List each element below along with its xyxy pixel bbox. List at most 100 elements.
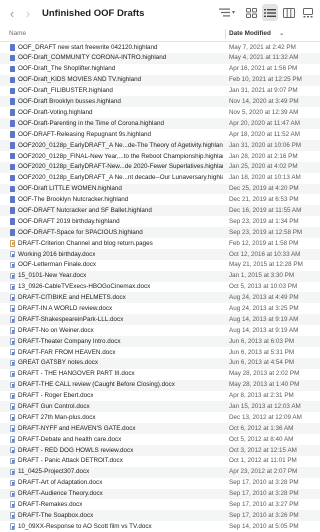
file-name: DRAFT-NYFF and HEAVEN'S GATE.docx — [18, 424, 136, 432]
file-date-modified: Sep 17, 2010 at 3:27 PM — [229, 501, 299, 508]
file-row[interactable]: OOF-The Brooklyn Nutcracker.highland Dec … — [0, 194, 320, 206]
column-headers: Name Date Modified ⌄ — [0, 26, 320, 42]
file-row[interactable]: DRAFT - Roger Ebert.docx Apr 8, 2013 at 2… — [0, 390, 320, 402]
file-row[interactable]: 13_0926-CableTVExecs-HBOGoCinemax.docx Oc… — [0, 281, 320, 293]
file-date-modified: Nov 14, 2020 at 3:49 PM — [229, 98, 299, 106]
file-date-modified: May 21, 2015 at 12:28 PM — [229, 261, 303, 269]
word-document-icon — [10, 294, 15, 301]
file-row[interactable]: DRAFT-Theater Company Intro.docx Jun 6, 2… — [0, 336, 320, 347]
column-view-icon — [283, 7, 295, 18]
group-by-button[interactable]: ▾ — [214, 4, 240, 21]
file-name: DRAFT - Roger Ebert.docx — [18, 392, 94, 400]
file-row[interactable]: OOF-Letterman Finale.docx May 21, 2015 at… — [0, 259, 320, 271]
file-row[interactable]: DRAFT-Art of Adaptation.docx Sep 17, 2010… — [0, 477, 320, 489]
navigation-buttons: ‹ › — [6, 5, 34, 21]
file-row[interactable]: OOF-Draft_COMMUNITY CORONA-INTRO.highlan… — [0, 52, 320, 64]
file-row[interactable]: DRAFT-Debate and health care.docx Oct 5, … — [0, 434, 320, 445]
file-name: OOF-Draft LITTLE WOMEN.highland — [18, 185, 122, 193]
file-date-modified: Feb 12, 2019 at 1:58 PM — [229, 239, 299, 247]
date-modified-column-header[interactable]: Date Modified — [229, 30, 271, 37]
name-column-header[interactable]: Name — [9, 30, 26, 37]
file-row[interactable]: OOF-Draft-Parenting in the Time of Coron… — [0, 118, 320, 130]
file-row[interactable]: OOF-DRAFT-Releasing Repugnant 9s.highlan… — [0, 129, 320, 141]
word-document-icon — [10, 403, 15, 410]
file-date-modified: Feb 10, 2021 at 12:25 PM — [229, 76, 302, 84]
word-document-icon — [10, 261, 15, 269]
file-row[interactable]: OOF-Draft_The Shoplifter.highland Apr 16,… — [0, 63, 320, 75]
file-name: OOF-The Brooklyn Nutcracker.highland — [18, 196, 129, 204]
file-row[interactable]: DRAFT-Remakes.docx Sep 17, 2010 at 3:27 P… — [0, 499, 320, 511]
file-row[interactable]: 11_0425-Project307.docx Apr 23, 2012 at 2… — [0, 466, 320, 478]
file-date-modified: Jan 25, 2020 at 4:02 PM — [229, 163, 298, 171]
file-row[interactable]: OOF-Draft_KIDS MOVIES AND TV.highland Feb… — [0, 74, 320, 86]
file-row[interactable]: OOF-Draft_FILIBUSTER.highland Jan 31, 202… — [0, 85, 320, 97]
file-row[interactable]: 15_0101-New Year.docx Jan 1, 2015 at 3:30… — [0, 270, 320, 282]
file-name: OOF_DRAFT new start freewrite 042120.hig… — [18, 43, 158, 51]
file-row[interactable]: DRAFT-Criterion Channel and blog return.… — [0, 238, 320, 249]
file-row[interactable]: DRAFT-FAR FROM HEAVEN.docx Jun 6, 2013 at… — [0, 346, 320, 358]
file-date-modified: Apr 23, 2012 at 2:07 PM — [229, 468, 298, 476]
word-document-icon — [10, 359, 15, 367]
chevron-right-icon[interactable]: › — [22, 5, 34, 21]
file-row[interactable]: DRAFT Gun Control.docx Jan 15, 2013 at 12… — [0, 401, 320, 413]
file-row[interactable]: OOF-DRAFT 2019 birthday.highland Sep 23, … — [0, 216, 320, 228]
file-date-modified: Jan 31, 2021 at 9:07 PM — [229, 87, 298, 95]
file-row[interactable]: DRAFT-No on Weiner.docx Aug 14, 2013 at 9… — [0, 325, 320, 337]
file-row[interactable]: DRAFT-ShakespeareinPark-LLL.docx Aug 14, … — [0, 314, 320, 326]
file-row[interactable]: OOF2020_0128p_EarlyDRAFT_A Ne...nt decad… — [0, 172, 320, 184]
file-name: OOF-Draft_FILIBUSTER.highland — [18, 87, 113, 95]
list-view-button[interactable] — [262, 4, 278, 21]
file-row[interactable]: DRAFT-CITIBIKE and HELMETS.docx Aug 24, 2… — [0, 292, 320, 304]
word-document-icon — [10, 283, 15, 291]
file-row[interactable]: DRAFT - THE HANGOVER PART III.docx May 28… — [0, 368, 320, 380]
file-name: DRAFT-CITIBIKE and HELMETS.docx — [18, 294, 126, 302]
file-name: DRAFT - THE HANGOVER PART III.docx — [18, 370, 135, 378]
file-row[interactable]: OOF-Draft-Voting.highland Nov 5, 2020 at … — [0, 107, 320, 119]
file-row[interactable]: OOF_DRAFT new start freewrite 042120.hig… — [0, 42, 320, 53]
word-document-icon — [10, 327, 15, 334]
file-row[interactable]: OOF-DRAFT Nutcracker and SF Ballet.highl… — [0, 205, 320, 217]
file-row[interactable]: GREAT GATSBY notes.docx Jun 6, 2013 at 4:… — [0, 357, 320, 369]
file-date-modified: Oct 3, 2012 at 12:15 AM — [229, 446, 297, 454]
word-document-icon — [10, 523, 15, 530]
icon-view-button[interactable] — [243, 4, 259, 21]
column-view-button[interactable] — [281, 4, 297, 21]
word-document-icon — [10, 468, 15, 476]
file-row[interactable]: DRAFT-IN A WORLD review.docx Aug 24, 2013… — [0, 303, 320, 315]
file-date-modified: Sep 23, 2019 at 12:58 PM — [229, 228, 303, 236]
file-name: OOF-Draft_KIDS MOVIES AND TV.highland — [18, 76, 142, 84]
file-row[interactable]: Working 2016 birthday.docx Oct 12, 2016 a… — [0, 248, 320, 260]
file-row[interactable]: DRAFT-Audience Theory.docx Sep 17, 2010 a… — [0, 488, 320, 500]
file-date-modified: Jun 6, 2013 at 4:54 PM — [229, 359, 295, 367]
file-row[interactable]: OOF-DRAFT-Space for SPACIOUS.highland Sep… — [0, 227, 320, 239]
file-date-modified: May 4, 2021 at 11:32 AM — [229, 54, 299, 62]
word-document-icon — [10, 272, 15, 280]
file-date-modified: Dec 21, 2019 at 6:53 PM — [229, 196, 299, 204]
file-date-modified: May 7, 2021 at 2:42 PM — [229, 43, 296, 51]
file-row[interactable]: DRAFT - Panic Attack DETROIT.docx Oct 1, … — [0, 455, 320, 467]
file-row[interactable]: DRAFT-The Soapbox.docx Sep 17, 2010 at 3:… — [0, 510, 320, 522]
file-row[interactable]: DRAFT 27th Man-plus.docx Dec 13, 2012 at … — [0, 412, 320, 424]
file-row[interactable]: DRAFT-NYFF and HEAVEN'S GATE.docx Oct 6, … — [0, 423, 320, 435]
file-row[interactable]: 10_09XX-Response to AO Scott film vs TV.… — [0, 521, 320, 532]
chevron-left-icon[interactable]: ‹ — [6, 5, 18, 21]
file-row[interactable]: OOF2020_0128p_FINAL-New Year,...to the R… — [0, 150, 320, 162]
file-name: GREAT GATSBY notes.docx — [18, 359, 99, 367]
file-row[interactable]: DRAFT - RED DOG HOWLS review.docx Oct 3, … — [0, 444, 320, 456]
file-row[interactable]: OOF-Draft LITTLE WOMEN.highland Dec 25, 2… — [0, 183, 320, 195]
file-date-modified: Oct 12, 2016 at 10:33 AM — [229, 250, 301, 258]
column-divider[interactable] — [225, 29, 226, 39]
highland-file-icon — [10, 163, 15, 171]
chevron-down-icon[interactable]: ⌄ — [279, 29, 284, 37]
file-row[interactable]: DRAFT-THE CALL review (Caught Before Clo… — [0, 379, 320, 391]
word-document-icon — [10, 392, 15, 399]
file-date-modified: May 28, 2013 at 2:02 PM — [229, 370, 300, 378]
file-row[interactable]: OOF2020_0128p_EarlyDRAFT-New...de 2020-F… — [0, 161, 320, 173]
word-document-icon — [10, 425, 15, 432]
file-name: OOF2020_0128p_FINAL-New Year,...to the R… — [18, 152, 223, 160]
file-name: OOF-Draft_The Shoplifter.highland — [18, 65, 116, 73]
file-row[interactable]: OOF-Draft Brooklyn busses.highland Nov 14… — [0, 96, 320, 108]
highland-file-icon — [10, 98, 15, 105]
file-row[interactable]: OOF2020_0128p_EarlyDRAFT_A Ne...de-The T… — [0, 140, 320, 151]
gallery-view-button[interactable] — [300, 4, 316, 21]
